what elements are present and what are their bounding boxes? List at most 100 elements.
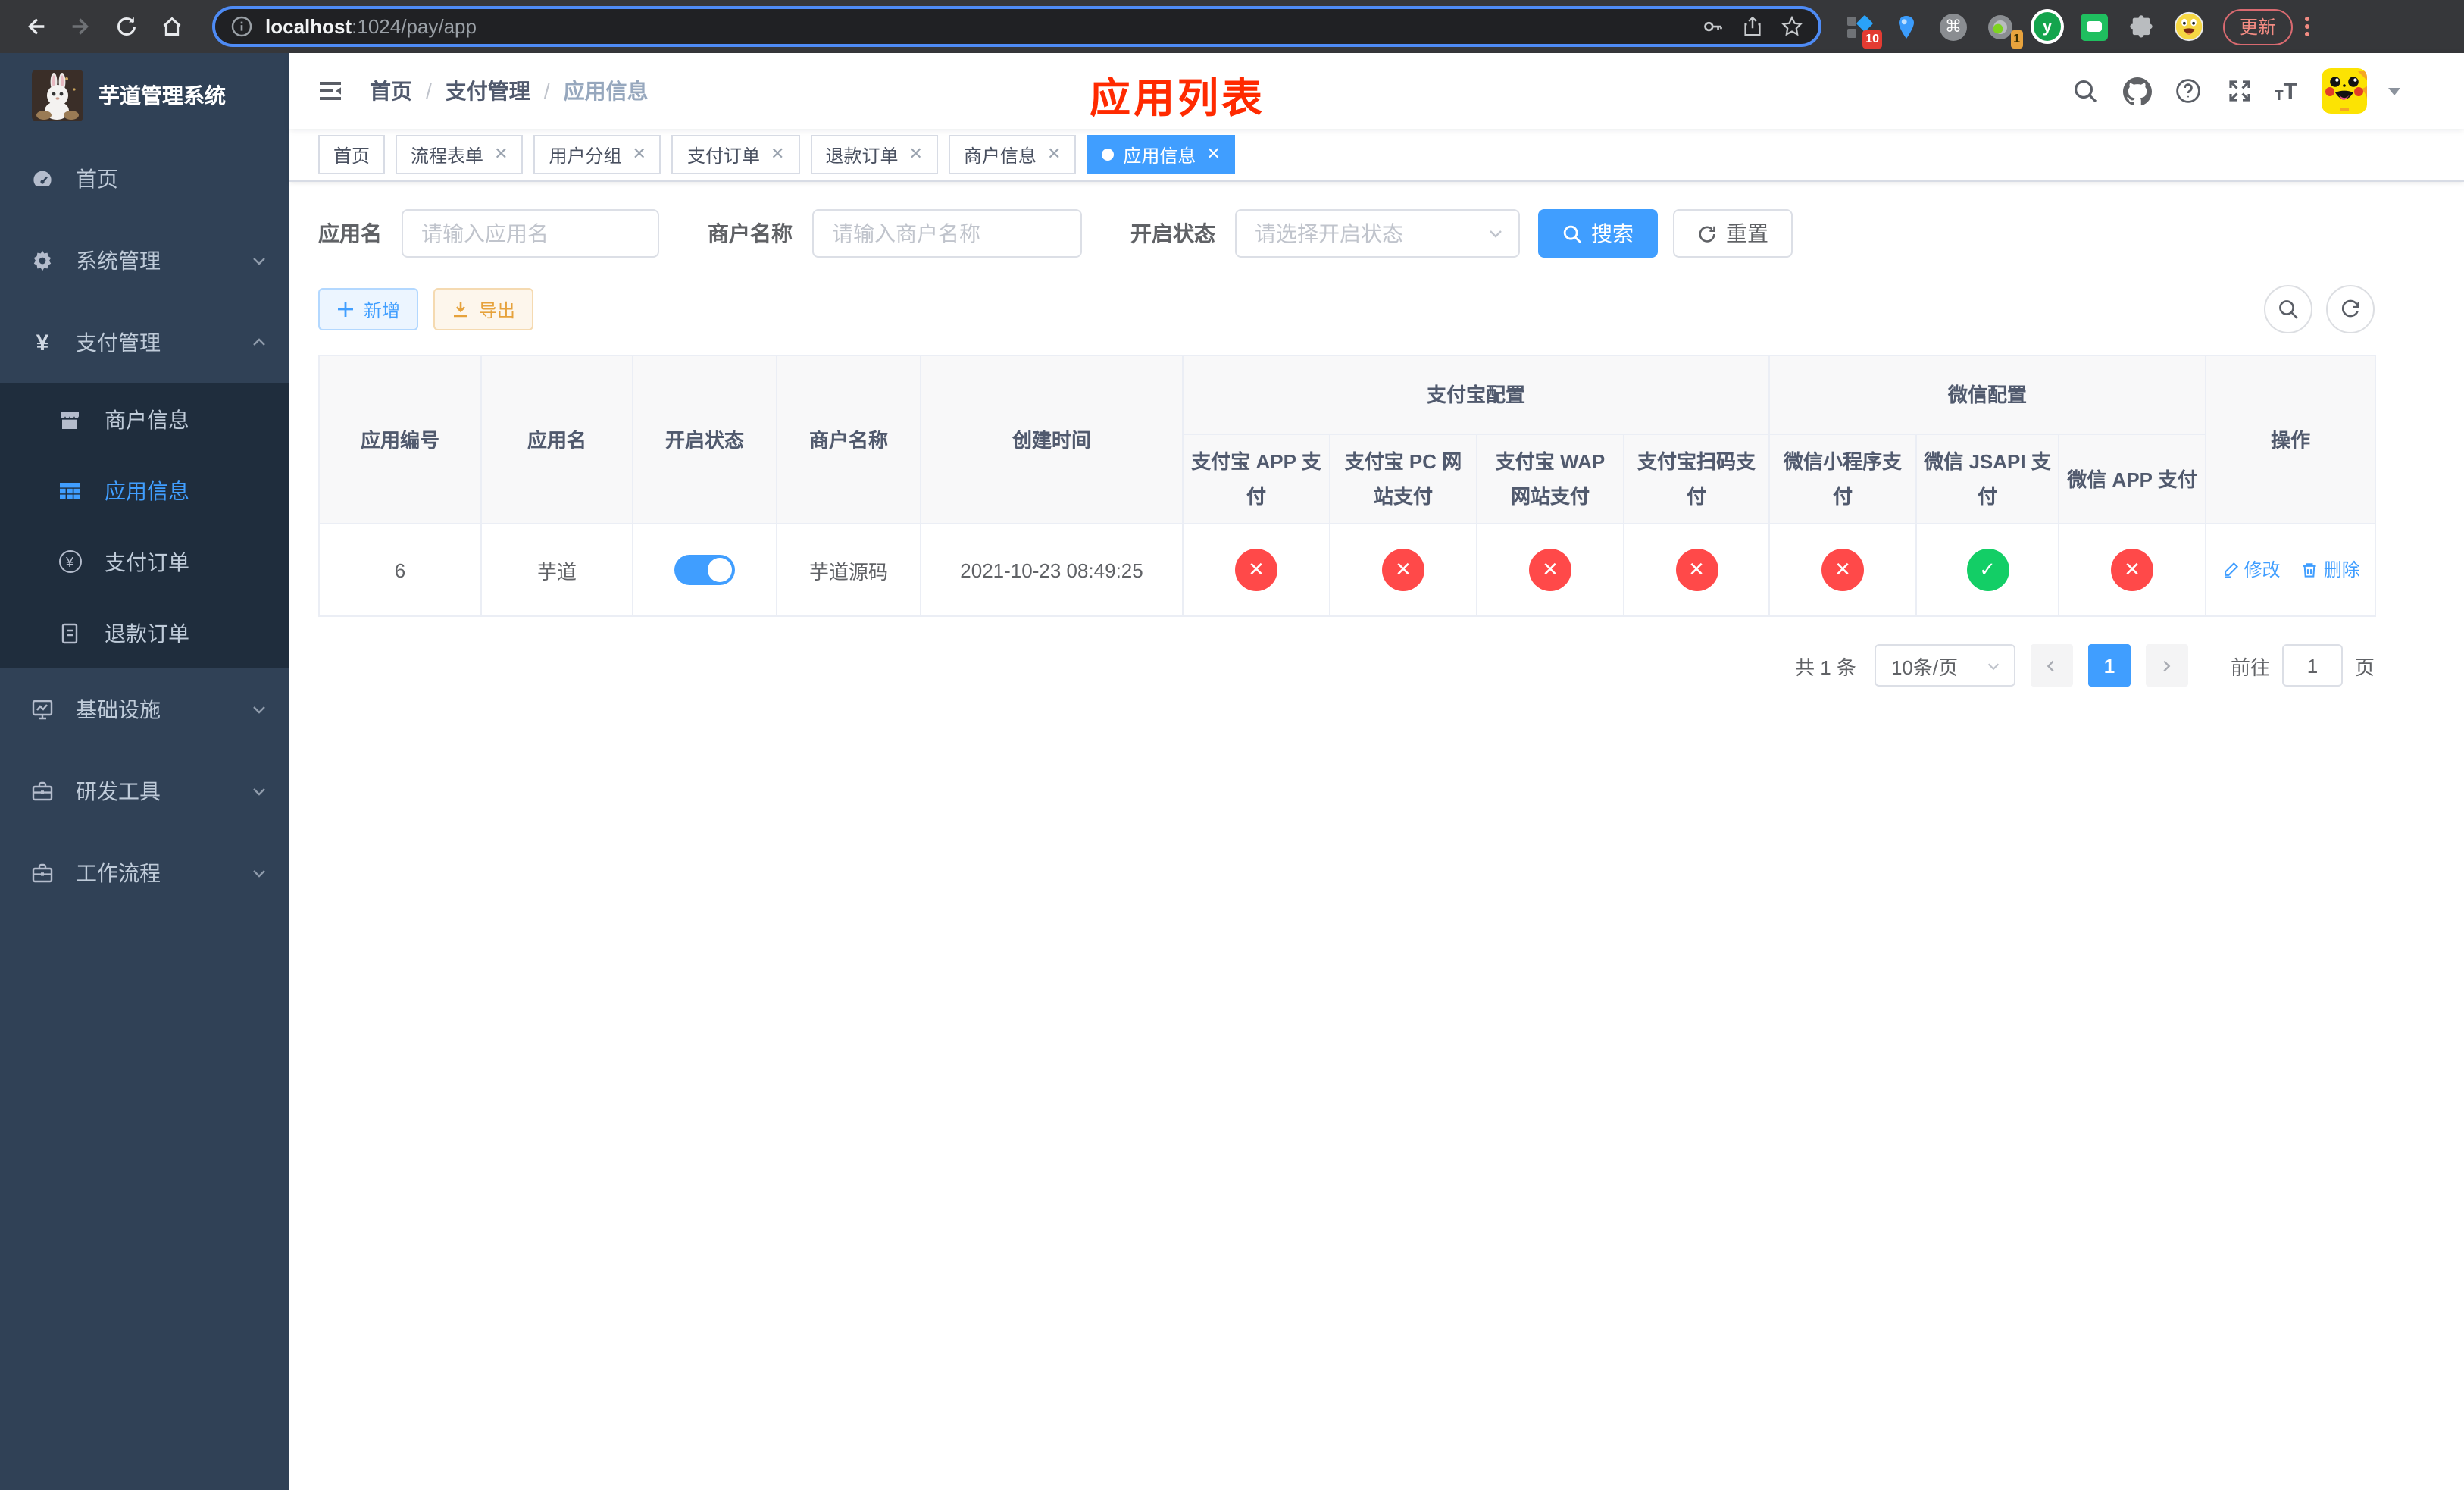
chevron-down-icon (250, 782, 268, 800)
export-button[interactable]: 导出 (433, 288, 534, 330)
help-icon[interactable] (2172, 74, 2206, 108)
breadcrumb-payment[interactable]: 支付管理 (446, 76, 530, 106)
font-size-icon[interactable]: TT (2275, 80, 2297, 102)
tab-refund-order[interactable]: 退款订单 ✕ (810, 135, 938, 174)
sidebar-toggle-icon[interactable] (312, 73, 349, 109)
fullscreen-icon[interactable] (2224, 74, 2257, 108)
chevron-left-icon (2047, 659, 2055, 671)
merchant-name-label: 商户名称 (708, 221, 793, 246)
cell-merchant: 芋道源码 (776, 523, 921, 617)
tab-home[interactable]: 首页 (318, 135, 386, 174)
profile-avatar-icon[interactable] (2172, 10, 2205, 43)
refresh-icon (2341, 299, 2359, 318)
delete-button[interactable]: 删除 (2301, 557, 2360, 583)
chevron-down-icon (250, 864, 268, 882)
sidebar-item-app-info[interactable]: 应用信息 (0, 455, 289, 526)
browser-back-icon[interactable] (17, 8, 53, 45)
sidebar-item-dev-tools[interactable]: 研发工具 (0, 750, 289, 832)
col-header-app-name: 应用名 (480, 355, 633, 524)
extension-axure-icon[interactable]: 10 (1843, 10, 1882, 48)
application-root: localhost:1024/pay/app 10 ⌘ 1 y 更新 芋道管理系… (0, 0, 2464, 1490)
grid-icon (58, 478, 82, 502)
tab-pay-order[interactable]: 支付订单 ✕ (671, 135, 800, 174)
user-avatar[interactable] (2322, 68, 2367, 114)
sidebar-item-workflow[interactable]: 工作流程 (0, 832, 289, 914)
sidebar: 芋道管理系统 首页 系统管理 ¥ 支付管理 商户信息 应用信息 ¥ 支付订单 退… (0, 53, 289, 1490)
bookmark-star-icon[interactable] (1781, 15, 1803, 38)
sidebar-item-payment[interactable]: ¥ 支付管理 (0, 302, 289, 383)
close-icon[interactable]: ✕ (633, 146, 646, 163)
search-icon (2279, 300, 2298, 319)
status-label: 开启状态 (1130, 221, 1215, 246)
browser-forward-icon[interactable] (62, 8, 98, 45)
cell-operations: 修改 删除 (2205, 523, 2377, 617)
extension-chat-icon[interactable] (2078, 10, 2111, 43)
page-size-select[interactable]: 10条/页 (1874, 644, 2015, 687)
search-icon[interactable] (2069, 74, 2103, 108)
page-number-1[interactable]: 1 (2087, 644, 2131, 687)
breadcrumb-home[interactable]: 首页 (370, 76, 412, 106)
refresh-button[interactable] (2326, 285, 2375, 333)
show-search-button[interactable] (2264, 285, 2312, 333)
close-icon[interactable]: ✕ (771, 146, 784, 163)
avatar-caret-icon[interactable] (2388, 87, 2400, 95)
table-toolbar: 新增 导出 (318, 285, 2375, 333)
browser-menu-icon[interactable] (2305, 17, 2310, 36)
sidebar-item-pay-order[interactable]: ¥ 支付订单 (0, 526, 289, 597)
close-icon[interactable]: ✕ (494, 146, 508, 163)
site-info-icon[interactable] (230, 15, 253, 38)
github-icon[interactable] (2121, 74, 2154, 108)
extension-command-icon[interactable]: ⌘ (1937, 10, 1970, 43)
tags-view-bar: 首页 流程表单 ✕ 用户分组 ✕ 支付订单 ✕ 退款订单 ✕ 商户信息 ✕ 应用信息 ✕ (289, 129, 2464, 182)
sidebar-item-refund-order[interactable]: 退款订单 (0, 597, 289, 668)
sidebar-item-merchant-info[interactable]: 商户信息 (0, 383, 289, 455)
share-icon[interactable] (1741, 15, 1764, 38)
close-icon[interactable]: ✕ (1047, 146, 1061, 163)
status-icon-wechat-app (2111, 549, 2154, 591)
extension-pin-icon[interactable] (1890, 10, 1923, 43)
col-header-app-id: 应用编号 (318, 355, 482, 524)
monitor-chart-icon (30, 697, 55, 722)
chevron-right-icon (2164, 659, 2172, 671)
goto-label: 前往 (2230, 656, 2270, 678)
col-header-operations: 操作 (2205, 355, 2377, 524)
app-table: 应用编号 应用名 开启状态 商户名称 创建时间 支付宝配置 微信配置 操作 支付… (318, 355, 2377, 617)
col-header-enabled: 开启状态 (632, 355, 777, 524)
add-button[interactable]: 新增 (318, 288, 419, 330)
tab-app-info[interactable]: 应用信息 ✕ (1087, 135, 1236, 174)
reset-button[interactable]: 重置 (1673, 209, 1793, 258)
extensions-puzzle-icon[interactable] (2125, 10, 2158, 43)
status-icon-alipay-wap (1529, 549, 1571, 591)
url-bar[interactable]: localhost:1024/pay/app (212, 6, 1821, 47)
edit-button[interactable]: 修改 (2221, 557, 2280, 583)
tab-user-group[interactable]: 用户分组 ✕ (533, 135, 661, 174)
status-select[interactable] (1235, 209, 1520, 258)
browser-reload-icon[interactable] (108, 8, 144, 45)
browser-home-icon[interactable] (153, 8, 189, 45)
enabled-toggle[interactable] (674, 555, 735, 585)
sidebar-item-system[interactable]: 系统管理 (0, 220, 289, 302)
top-navbar: 首页 / 支付管理 / 应用信息 应用列表 T T (289, 53, 2464, 129)
extension-yudao-icon[interactable]: y (2031, 9, 2064, 44)
app-title: 芋道管理系统 (98, 83, 226, 108)
extension-recorder-icon[interactable]: 1 (1984, 10, 2023, 48)
app-name-input[interactable] (402, 209, 659, 258)
close-icon[interactable]: ✕ (908, 146, 922, 163)
tab-process-form[interactable]: 流程表单 ✕ (396, 135, 524, 174)
shop-icon (58, 407, 82, 431)
tab-merchant-info[interactable]: 商户信息 ✕ (948, 135, 1077, 174)
goto-page-input[interactable] (2281, 644, 2343, 687)
sidebar-item-home[interactable]: 首页 (0, 138, 289, 220)
merchant-name-input[interactable] (812, 209, 1082, 258)
sidebar-logo[interactable]: 芋道管理系统 (0, 53, 289, 138)
password-key-icon[interactable] (1702, 15, 1724, 38)
search-icon (1563, 224, 1582, 243)
close-icon[interactable]: ✕ (1206, 146, 1220, 163)
page-content: 应用名 商户名称 开启状态 (289, 182, 2464, 687)
browser-update-button[interactable]: 更新 (2223, 8, 2294, 45)
prev-page-button[interactable] (2030, 644, 2073, 687)
next-page-button[interactable] (2145, 644, 2188, 687)
sidebar-item-infrastructure[interactable]: 基础设施 (0, 668, 289, 750)
search-button[interactable]: 搜索 (1538, 209, 1658, 258)
col-header-alipay-wap: 支付宝 WAP 网站支付 (1476, 434, 1624, 524)
